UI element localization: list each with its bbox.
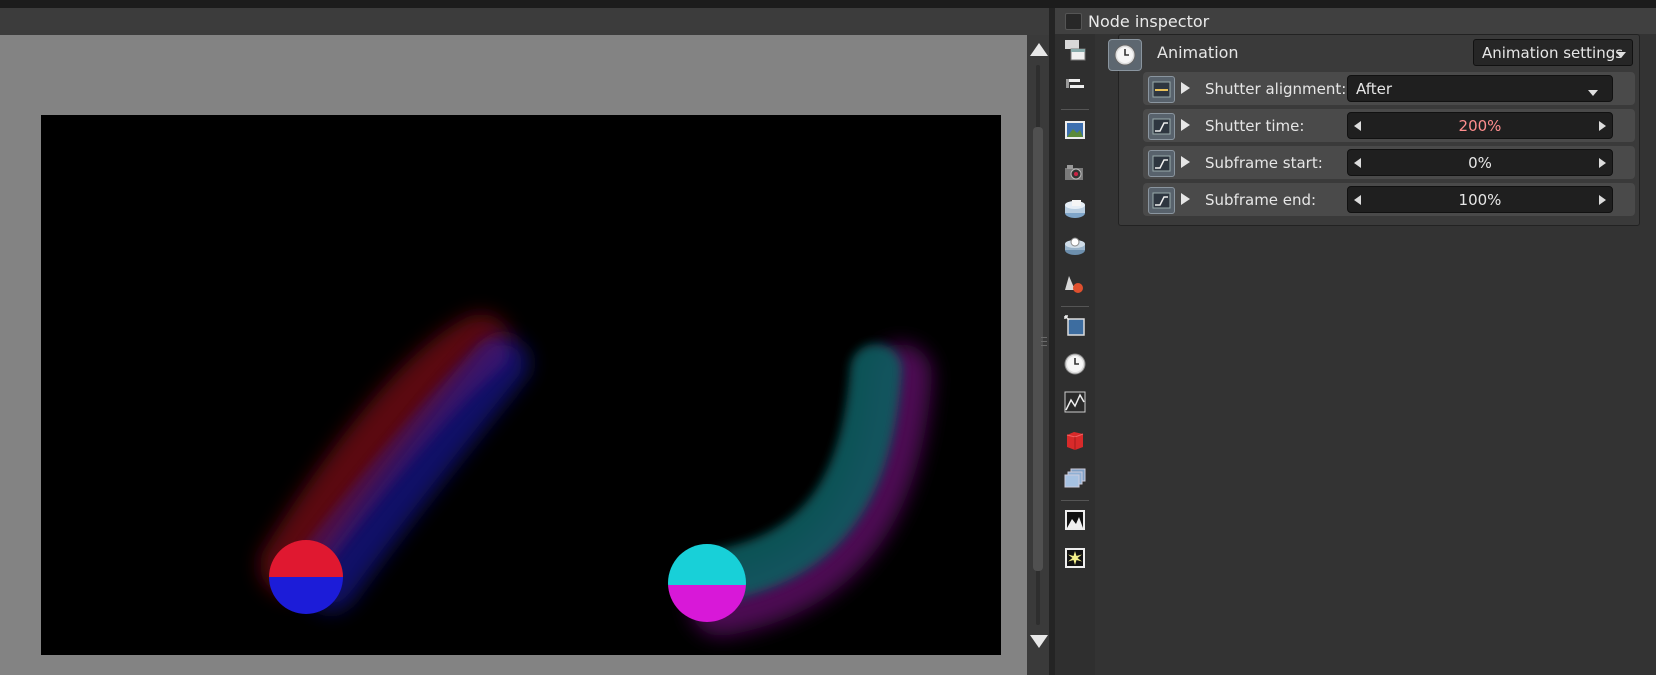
prop-row-shutter-alignment: Shutter alignment: After: [1143, 72, 1635, 105]
material-icon[interactable]: [1063, 272, 1087, 296]
toolbar-separator: [1061, 109, 1089, 110]
animated-value-icon[interactable]: [1148, 113, 1175, 140]
scroll-thumb[interactable]: [1033, 127, 1047, 571]
scroll-up-arrow-icon[interactable]: [1030, 43, 1048, 56]
toolbar-separator: [1061, 500, 1089, 501]
subframe-end-value: 100%: [1458, 191, 1502, 209]
animation-label: Animation: [1157, 43, 1239, 62]
clock-icon[interactable]: [1063, 352, 1087, 376]
subframe-end-label: Subframe end:: [1205, 191, 1317, 209]
environment-icon[interactable]: [1063, 197, 1087, 221]
toolbar-separator: [1061, 306, 1089, 307]
transform-icon[interactable]: [1063, 314, 1087, 338]
animation-settings-dropdown[interactable]: Animation settings: [1473, 39, 1633, 66]
chevron-down-icon: [1588, 90, 1598, 96]
increment-arrow-icon[interactable]: [1599, 121, 1606, 131]
animated-value-icon[interactable]: [1148, 150, 1175, 177]
object-icon[interactable]: [1063, 428, 1087, 452]
expand-arrow-icon[interactable]: [1181, 156, 1190, 168]
motion-blur-render: [260, 314, 932, 636]
layers-icon[interactable]: [1063, 466, 1087, 490]
increment-arrow-icon[interactable]: [1599, 158, 1606, 168]
prop-row-subframe-start: Subframe start: 0%: [1143, 146, 1635, 179]
shutter-time-stepper[interactable]: 200%: [1347, 112, 1613, 139]
expand-arrow-icon[interactable]: [1181, 193, 1190, 205]
scroll-grip: [1041, 341, 1047, 342]
shutter-alignment-value: After: [1356, 80, 1393, 98]
chevron-down-icon: [1616, 52, 1626, 58]
imager-icon[interactable]: [1063, 508, 1087, 532]
viewport-scrollbar[interactable]: [1027, 35, 1049, 675]
shutter-alignment-dropdown[interactable]: After: [1347, 75, 1613, 102]
inspector-title: Node inspector: [1088, 12, 1210, 31]
scroll-down-arrow-icon[interactable]: [1030, 635, 1048, 648]
image-icon[interactable]: [1063, 118, 1087, 142]
subframe-start-label: Subframe start:: [1205, 154, 1323, 172]
render-target-icon[interactable]: [1063, 234, 1087, 258]
camera-icon[interactable]: [1063, 160, 1087, 184]
static-value-icon[interactable]: [1148, 76, 1175, 103]
postprocess-icon[interactable]: [1063, 546, 1087, 570]
render-viewport[interactable]: [0, 35, 1027, 675]
render-image: [41, 115, 1001, 655]
prop-row-shutter-time: Shutter time: 200%: [1143, 109, 1635, 142]
scroll-grip: [1041, 345, 1047, 346]
texture-icon[interactable]: [1063, 390, 1087, 414]
shutter-alignment-label: Shutter alignment:: [1205, 80, 1347, 98]
prop-row-subframe-end: Subframe end: 100%: [1143, 183, 1635, 216]
animation-settings-label: Animation settings: [1482, 44, 1624, 62]
animation-clock-icon[interactable]: [1108, 39, 1142, 71]
viewport-header: [0, 8, 1055, 35]
top-bar: [0, 0, 1656, 8]
subframe-end-stepper[interactable]: 100%: [1347, 186, 1613, 213]
inspector-toolbar: [1055, 34, 1095, 675]
increment-arrow-icon[interactable]: [1599, 195, 1606, 205]
animated-value-icon[interactable]: [1148, 187, 1175, 214]
node-inspector-panel: Node inspector Animation Animation setti…: [1055, 8, 1656, 675]
subframe-start-value: 0%: [1468, 154, 1492, 172]
list-icon[interactable]: [1063, 72, 1087, 96]
animation-properties-group: Animation Animation settings Shutter ali…: [1108, 34, 1640, 226]
expand-arrow-icon[interactable]: [1181, 119, 1190, 131]
subframe-start-stepper[interactable]: 0%: [1347, 149, 1613, 176]
shutter-time-label: Shutter time:: [1205, 117, 1305, 135]
shutter-time-value: 200%: [1458, 117, 1502, 135]
scroll-grip: [1041, 337, 1047, 338]
inspector-checkbox[interactable]: [1065, 13, 1082, 30]
node-graph-icon[interactable]: [1063, 38, 1087, 62]
inspector-title-bar: Node inspector: [1055, 8, 1656, 34]
expand-arrow-icon[interactable]: [1181, 82, 1190, 94]
